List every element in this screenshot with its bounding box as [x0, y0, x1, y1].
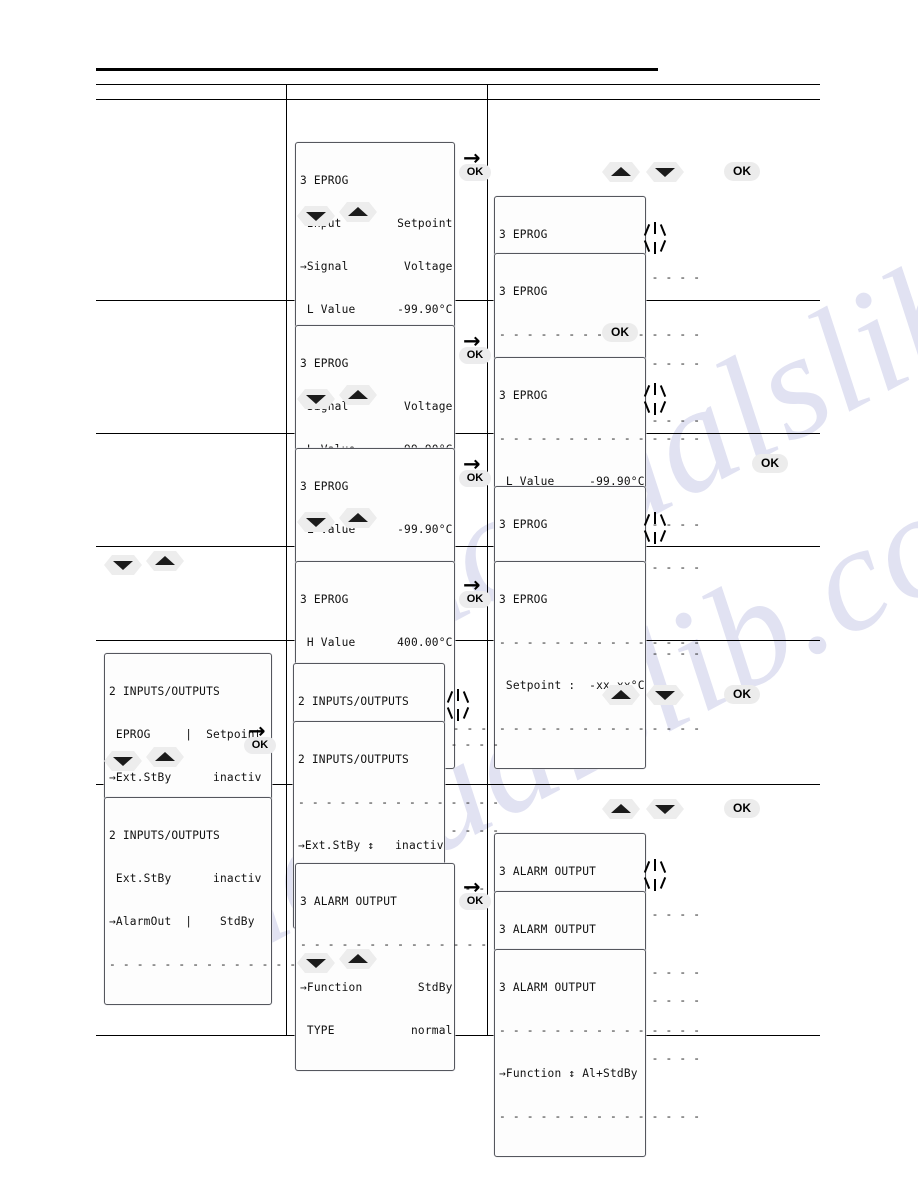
- down-arrow-icon[interactable]: [646, 685, 684, 705]
- table-header-row: [96, 84, 820, 100]
- blink-indicator-icon: [643, 383, 670, 415]
- row6-cell-right: OK 3 ALARM OUTPUT - - - - - - - - - - - …: [487, 784, 820, 1157]
- ok-label: OK: [459, 893, 491, 910]
- row1-cell-center: 3 EPROG Input Setpoint →Signal Voltage L…: [286, 99, 491, 350]
- ok-label: OK: [459, 164, 491, 181]
- up-arrow-icon[interactable]: [146, 747, 184, 767]
- up-arrow-icon[interactable]: [339, 949, 377, 969]
- row6-cell-left: 2 INPUTS/OUTPUTS Ext.StBy inactiv →Alarm…: [96, 784, 310, 1036]
- ok-label: OK: [459, 347, 491, 364]
- up-arrow-icon[interactable]: [602, 799, 640, 819]
- up-arrow-icon[interactable]: [339, 385, 377, 405]
- table-row: 2 INPUTS/OUTPUTS Ext.StBy inactiv →Alarm…: [96, 784, 820, 1157]
- ok-label: OK: [244, 737, 276, 754]
- blink-indicator-icon: [643, 222, 670, 254]
- header-rule: [96, 68, 658, 71]
- row4-cell-left: [96, 546, 287, 641]
- blink-indicator-icon: [643, 512, 670, 544]
- down-arrow-icon[interactable]: [646, 799, 684, 819]
- header-cell-right: [487, 84, 820, 100]
- procedure-table: 3 EPROG Input Setpoint →Signal Voltage L…: [96, 84, 820, 1157]
- table-row: 2 INPUTS/OUTPUTS EPROG | Setpoint →Ext.S…: [96, 640, 820, 929]
- blink-indicator-icon: [643, 859, 670, 891]
- row2-cell-right: OK 3 EPROG - - - - - - - - - - - - - - -…: [487, 300, 820, 565]
- down-arrow-icon[interactable]: [297, 512, 335, 532]
- up-arrow-icon[interactable]: [146, 551, 184, 571]
- up-arrow-icon[interactable]: [602, 685, 640, 705]
- ok-button[interactable]: OK: [724, 162, 760, 181]
- down-arrow-icon[interactable]: [646, 162, 684, 182]
- row2-cell-center: 3 EPROG Signal Voltage →L Value -99.90°C…: [286, 300, 491, 533]
- ok-button[interactable]: OK: [602, 323, 638, 342]
- table-row: 3 EPROG Input Setpoint →Signal Voltage L…: [96, 99, 820, 461]
- row5-cell-right: OK: [487, 640, 820, 785]
- table-row: 3 EPROG L Value -99.90°C →H Value 400.00…: [96, 433, 820, 694]
- down-arrow-icon[interactable]: [104, 555, 142, 575]
- row3-cell-right: OK 3 EPROG - - - - - - - - - - - - - - -…: [487, 433, 820, 694]
- down-arrow-icon[interactable]: [297, 206, 335, 226]
- ok-label: OK: [459, 470, 491, 487]
- down-arrow-icon[interactable]: [297, 389, 335, 409]
- ok-button[interactable]: OK: [724, 685, 760, 704]
- row5-cell-left: 2 INPUTS/OUTPUTS EPROG | Setpoint →Ext.S…: [96, 640, 287, 861]
- down-arrow-icon[interactable]: [297, 953, 335, 973]
- up-arrow-icon[interactable]: [602, 162, 640, 182]
- ok-button[interactable]: OK: [752, 454, 788, 473]
- row3-cell-left: [96, 433, 287, 547]
- ok-button[interactable]: OK: [724, 799, 760, 818]
- down-arrow-icon[interactable]: [104, 751, 142, 771]
- ok-enter-button[interactable]: → OK: [244, 721, 278, 754]
- up-arrow-icon[interactable]: [339, 202, 377, 222]
- header-cell-left: [96, 84, 287, 100]
- up-arrow-icon[interactable]: [339, 508, 377, 528]
- row4-cell-center: 3 EPROG H Value 400.00°C →Setpoint : -xx…: [286, 546, 501, 769]
- table-row: 3 EPROG Signal Voltage →L Value -99.90°C…: [96, 300, 820, 565]
- ok-label: OK: [459, 591, 491, 608]
- row6-cell-center: 3 ALARM OUTPUT - - - - - - - - - - - - -…: [286, 784, 501, 1071]
- row3-cell-center: 3 EPROG L Value -99.90°C →H Value 400.00…: [286, 433, 491, 656]
- lcd-display: 3 ALARM OUTPUT - - - - - - - - - - - - -…: [494, 949, 700, 1157]
- row5-cell-center: 2 INPUTS/OUTPUTS - - - - - - - - - - - -…: [286, 640, 499, 929]
- lcd-display: 2 INPUTS/OUTPUTS Ext.StBy inactiv →Alarm…: [104, 797, 310, 1005]
- blink-indicator-icon: [446, 689, 473, 721]
- row4-cell-right: 3 EPROG - - - - - - - - - - - - - - - Se…: [487, 546, 820, 769]
- row1-cell-right: OK 3 EPROG - - - - - - - - - - - - - - -…: [487, 99, 820, 461]
- row2-cell-left: [96, 300, 287, 434]
- header-cell-center: [286, 84, 488, 100]
- manual-page: 3 EPROG Input Setpoint →Signal Voltage L…: [0, 0, 918, 1188]
- table-row: 3 EPROG H Value 400.00°C →Setpoint : -xx…: [96, 546, 820, 769]
- row1-cell-left: [96, 99, 287, 301]
